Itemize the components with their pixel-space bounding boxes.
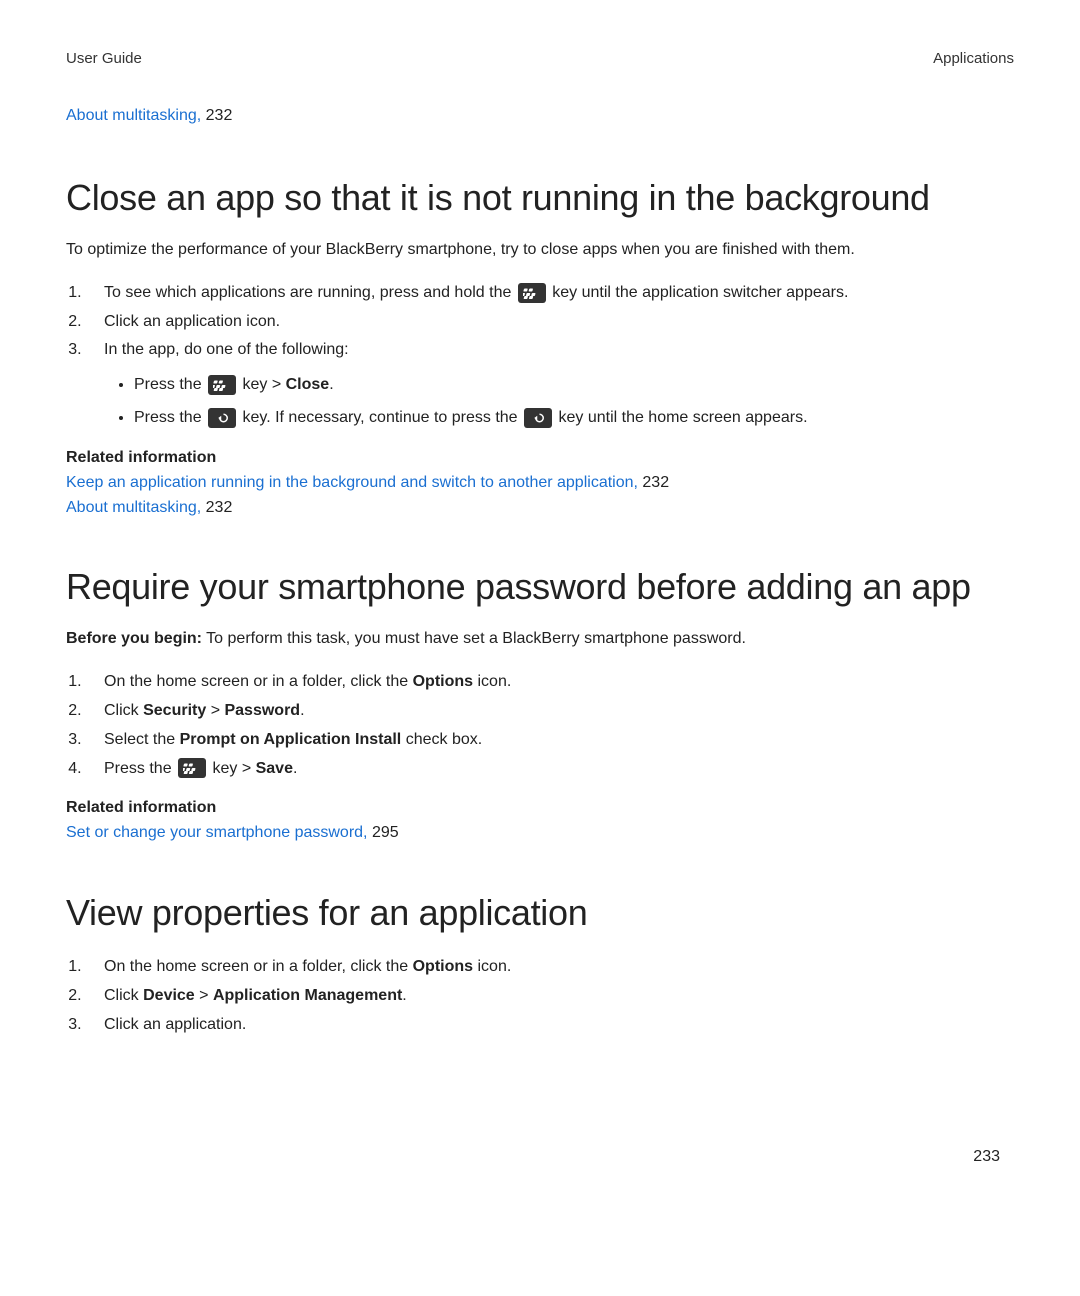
heading-view-properties: View properties for an application — [66, 890, 1014, 935]
intro-close-app: To optimize the performance of your Blac… — [66, 238, 1014, 263]
link-about-multitasking[interactable]: About multitasking, — [66, 107, 201, 124]
related-links-2: Set or change your smartphone password, … — [66, 821, 1014, 846]
blackberry-key-icon — [208, 375, 236, 395]
header-left: User Guide — [66, 50, 142, 67]
heading-require-password: Require your smartphone password before … — [66, 564, 1014, 609]
link-set-password-page: 295 — [372, 824, 399, 841]
related-info-heading-2: Related information — [66, 799, 1014, 817]
bullet-back: Press the key. If necessary, continue to… — [134, 404, 1014, 433]
heading-close-app: Close an app so that it is not running i… — [66, 175, 1014, 220]
step-3: In the app, do one of the following: Pre… — [86, 336, 1014, 432]
steps-view-properties: On the home screen or in a folder, click… — [66, 953, 1014, 1039]
header-right: Applications — [933, 50, 1014, 67]
link-about-multitasking-2[interactable]: About multitasking, — [66, 499, 201, 516]
link-about-multitasking-2-page: 232 — [206, 499, 233, 516]
related-info-heading-1: Related information — [66, 449, 1014, 467]
blackberry-key-icon — [178, 758, 206, 778]
step-1: On the home screen or in a folder, click… — [86, 953, 1014, 982]
step-1: To see which applications are running, p… — [86, 279, 1014, 308]
back-key-icon — [208, 408, 236, 428]
step-3: Click an application. — [86, 1011, 1014, 1040]
step-2: Click Security > Password. — [86, 697, 1014, 726]
page-header: User Guide Applications — [66, 50, 1014, 67]
before-you-begin: Before you begin: To perform this task, … — [66, 627, 1014, 652]
step-3-bullets: Press the key > Close. Press the key. If… — [104, 371, 1014, 433]
link-set-password[interactable]: Set or change your smartphone password, — [66, 824, 368, 841]
steps-close-app: To see which applications are running, p… — [66, 279, 1014, 433]
page-content: User Guide Applications About multitaski… — [0, 0, 1080, 1040]
bullet-close: Press the key > Close. — [134, 371, 1014, 400]
back-key-icon — [524, 408, 552, 428]
link-keep-app-running-page: 232 — [642, 474, 669, 491]
steps-require-password: On the home screen or in a folder, click… — [66, 668, 1014, 783]
step-1: On the home screen or in a folder, click… — [86, 668, 1014, 697]
step-3: Select the Prompt on Application Install… — [86, 726, 1014, 755]
top-reference-page: 232 — [206, 107, 233, 124]
blackberry-key-icon — [518, 283, 546, 303]
related-links-1: Keep an application running in the backg… — [66, 471, 1014, 521]
step-4: Press the key > Save. — [86, 755, 1014, 784]
link-keep-app-running[interactable]: Keep an application running in the backg… — [66, 474, 638, 491]
step-2: Click Device > Application Management. — [86, 982, 1014, 1011]
top-reference: About multitasking, 232 — [66, 107, 1014, 125]
step-2: Click an application icon. — [86, 308, 1014, 337]
page-number: 233 — [973, 1148, 1000, 1166]
